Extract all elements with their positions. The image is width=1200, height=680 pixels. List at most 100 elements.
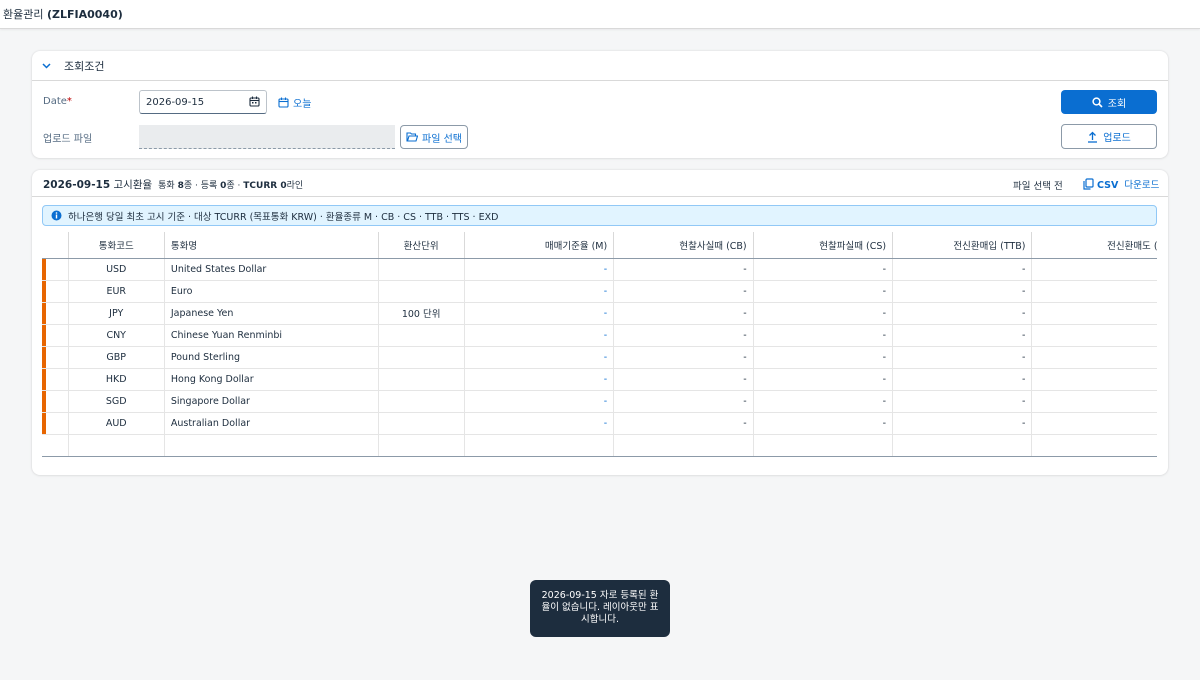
csv-label-rest: 다운로드: [1121, 180, 1160, 191]
col-header-name[interactable]: 통화명: [164, 232, 379, 259]
search-button[interactable]: 조회: [1061, 90, 1157, 114]
table-row[interactable]: CNY Chinese Yuan Renminbi - - - -: [42, 324, 1157, 347]
col-header-m[interactable]: 매매기준율 (M): [464, 232, 615, 259]
table-row[interactable]: EUR Euro - - - -: [42, 280, 1157, 303]
cell-name: Pound Sterling: [164, 346, 379, 369]
file-status: 파일 선택 전: [1013, 181, 1063, 192]
rate-table-panel: 2026-09-15 고시환율 통화 8종 · 등록 0종 · TCURR 0라인…: [32, 170, 1168, 475]
table-title: 2026-09-15 고시환율 통화 8종 · 등록 0종 · TCURR 0라인: [43, 177, 303, 192]
row-status-marker: [42, 302, 46, 323]
empty-cell: [377, 434, 465, 457]
cell-code: GBP: [68, 346, 165, 369]
date-value: 2026-09-15: [146, 96, 205, 108]
cell-unit: [377, 412, 465, 435]
calendar-icon: [278, 97, 289, 108]
cell-ttb: -: [892, 368, 1033, 391]
row-status-marker: [42, 390, 46, 411]
cell-tts: [1031, 412, 1157, 435]
date-label: Date*: [43, 96, 72, 107]
row-status-marker: [42, 412, 46, 433]
cell-cb: -: [613, 390, 754, 413]
cell-tts: [1031, 302, 1157, 325]
meta-mid2: 종 ·: [226, 181, 244, 191]
info-strip: 하나은행 당일 최초 고시 기준 · 대상 TCURR (목표통화 KRW) ·…: [42, 205, 1157, 226]
col-header-cs[interactable]: 현찰파실때 (CS): [753, 232, 894, 259]
table-row[interactable]: HKD Hong Kong Dollar - - - -: [42, 368, 1157, 391]
cell-ttb: -: [892, 412, 1033, 435]
cell-name: Hong Kong Dollar: [164, 368, 379, 391]
cell-code: AUD: [68, 412, 165, 435]
upload-file-field: [139, 125, 395, 149]
col-header-cb[interactable]: 현찰사실때 (CB): [613, 232, 754, 259]
today-label: 오늘: [293, 99, 312, 110]
table-row[interactable]: AUD Australian Dollar - - - -: [42, 412, 1157, 435]
cell-cb: -: [613, 324, 754, 347]
shell-bar: 환율관리 (ZLFIA0040): [0, 0, 1200, 29]
row-marker: [42, 390, 69, 413]
cell-cs: -: [753, 346, 894, 369]
row-marker: [42, 368, 69, 391]
meta-prefix: 통화: [158, 181, 178, 191]
col-header-unit[interactable]: 환산단위: [377, 232, 465, 259]
cell-cs: -: [753, 324, 894, 347]
col-header-tts[interactable]: 전신환매도 (TTS: [1031, 232, 1157, 259]
required-mark: *: [66, 96, 72, 107]
table-toolbar: 2026-09-15 고시환율 통화 8종 · 등록 0종 · TCURR 0라인…: [32, 170, 1168, 197]
search-icon: [1092, 96, 1103, 108]
csv-download-button[interactable]: CSV 다운로드: [1083, 177, 1159, 191]
empty-cell: [613, 434, 754, 457]
upload-button[interactable]: 업로드: [1061, 124, 1157, 149]
cell-cb: -: [613, 302, 754, 325]
filter-header[interactable]: 조회조건: [32, 51, 1168, 81]
row-marker: [42, 412, 69, 435]
cell-cs: -: [753, 412, 894, 435]
cell-m: -: [464, 346, 615, 369]
calendar-icon[interactable]: [249, 96, 260, 110]
today-button[interactable]: 오늘: [278, 95, 311, 110]
row-status-marker: [42, 346, 46, 367]
row-marker: [42, 346, 69, 369]
toast-message: 2026-09-15 자로 등록된 환율이 없습니다. 레이아웃만 표시합니다.: [530, 580, 670, 637]
row-marker: [42, 258, 69, 281]
app-title-text: 환율관리: [3, 8, 47, 21]
app-title-code: (ZLFIA0040): [46, 8, 123, 21]
table-row[interactable]: GBP Pound Sterling - - - -: [42, 346, 1157, 369]
cell-unit: [377, 390, 465, 413]
meta-suffix: 라인: [286, 181, 304, 191]
table-row[interactable]: SGD Singapore Dollar - - - -: [42, 390, 1157, 413]
copy-icon: [1083, 178, 1094, 190]
meta-tcurr: TCURR 0: [243, 181, 287, 191]
cell-cs: -: [753, 280, 894, 303]
cell-tts: [1031, 324, 1157, 347]
table-row[interactable]: JPY Japanese Yen 100 단위 - - - -: [42, 302, 1157, 325]
table-meta: 통화 8종 · 등록 0종 · TCURR 0라인: [158, 181, 303, 191]
cell-cb: -: [613, 280, 754, 303]
cell-m: -: [464, 412, 615, 435]
col-header-ttb[interactable]: 전신환매입 (TTB): [892, 232, 1033, 259]
cell-ttb: -: [892, 346, 1033, 369]
info-text: 하나은행 당일 최초 고시 기준 · 대상 TCURR (목표통화 KRW) ·…: [68, 211, 499, 223]
cell-cs: -: [753, 302, 894, 325]
row-status-marker: [42, 324, 46, 345]
table-row[interactable]: USD United States Dollar - - - -: [42, 258, 1157, 281]
filter-header-label: 조회조건: [64, 59, 105, 73]
row-status-marker: [42, 258, 46, 279]
cell-m: -: [464, 368, 615, 391]
cell-name: Japanese Yen: [164, 302, 379, 325]
cell-name: Singapore Dollar: [164, 390, 379, 413]
csv-label-bold: CSV: [1097, 180, 1119, 191]
file-select-button[interactable]: 파일 선택: [400, 125, 468, 149]
cell-ttb: -: [892, 324, 1033, 347]
cell-ttb: -: [892, 390, 1033, 413]
header-row: 통화코드 통화명 환산단위 매매기준율 (M) 현찰사실때 (CB) 현찰파실때…: [42, 232, 1157, 259]
date-field[interactable]: 2026-09-15: [139, 90, 267, 114]
chevron-down-icon[interactable]: [41, 61, 51, 71]
empty-cell: [464, 434, 615, 457]
cell-cs: -: [753, 390, 894, 413]
cell-code: CNY: [68, 324, 165, 347]
file-select-label: 파일 선택: [422, 133, 462, 145]
cell-m: -: [464, 390, 615, 413]
cell-m: -: [464, 280, 615, 303]
col-header-code[interactable]: 통화코드: [68, 232, 165, 259]
cell-unit: [377, 280, 465, 303]
